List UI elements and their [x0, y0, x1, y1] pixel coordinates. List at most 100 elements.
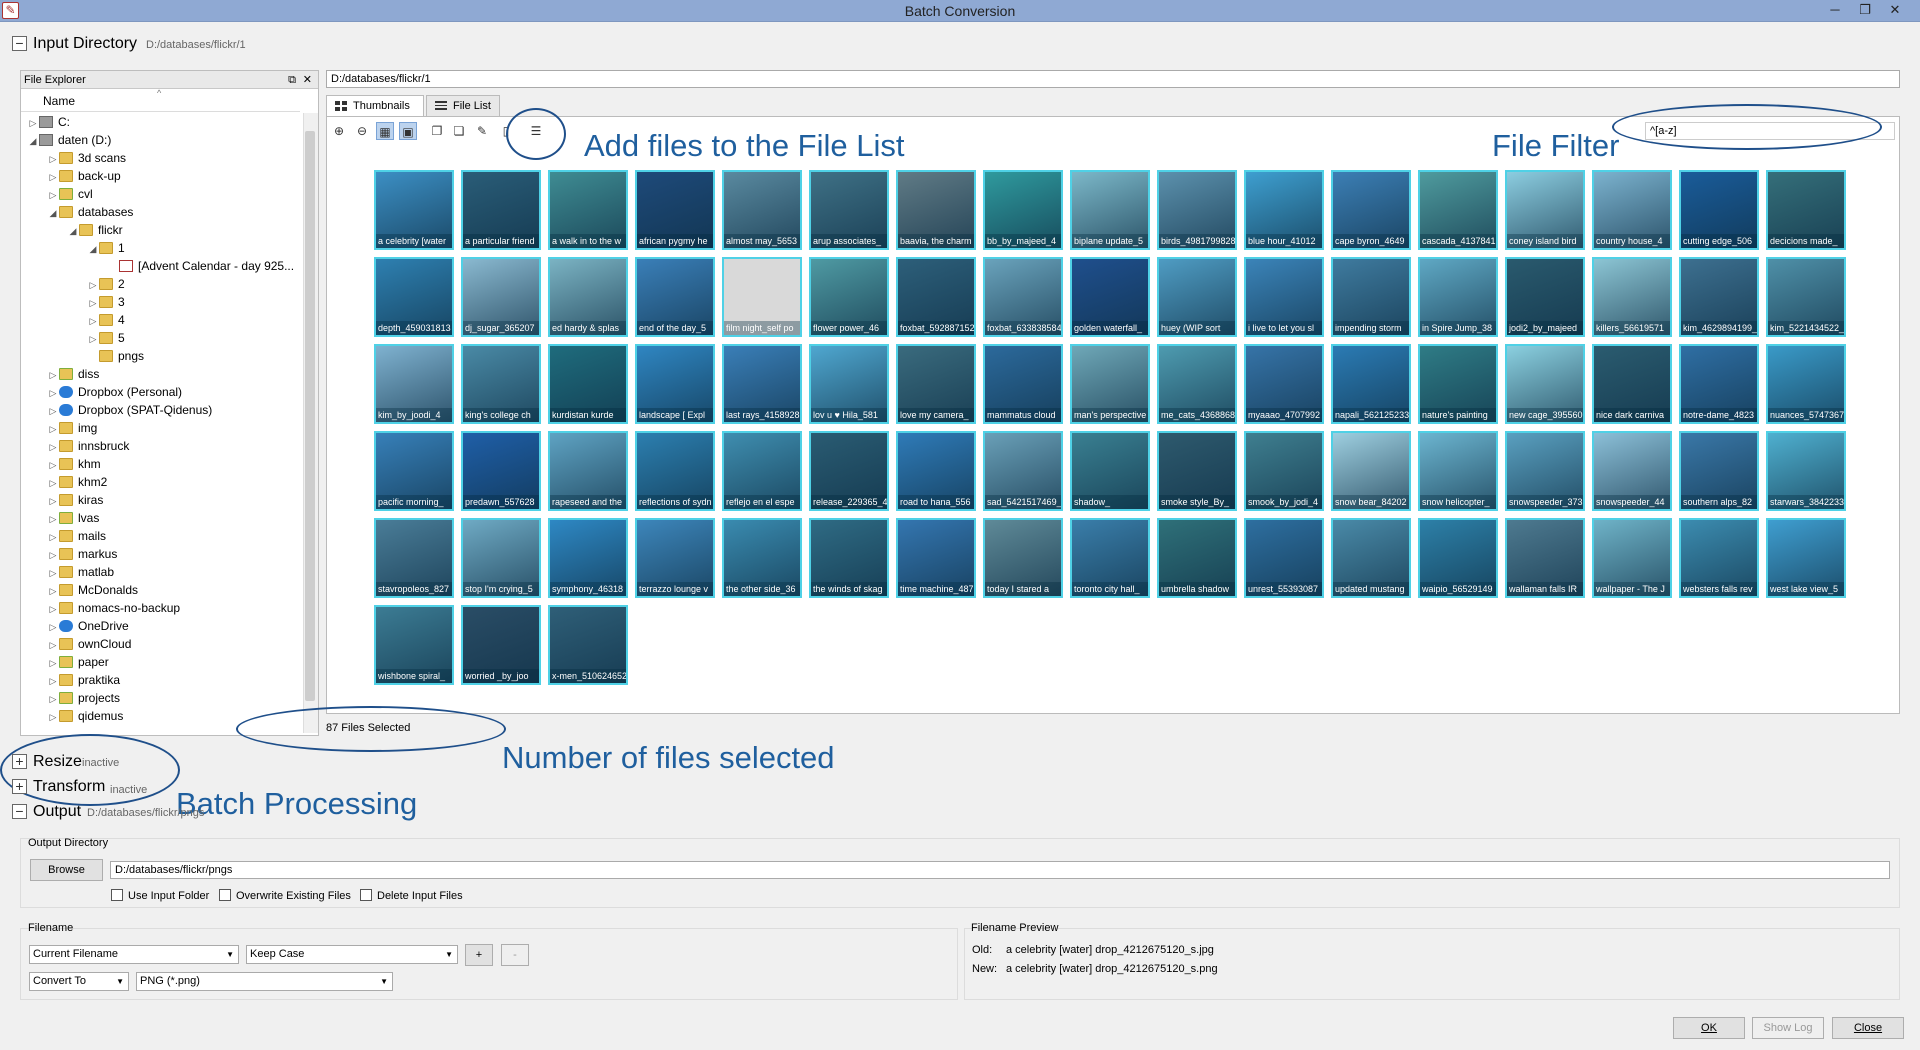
thumbnail[interactable]: i live to let you sl: [1244, 257, 1324, 337]
collapse-input-toggle[interactable]: −: [12, 36, 27, 51]
name-column-header[interactable]: Name ^: [21, 88, 300, 112]
thumbnail[interactable]: kurdistan kurde: [548, 344, 628, 424]
thumbnail[interactable]: impending storm: [1331, 257, 1411, 337]
thumbnail[interactable]: lov u ♥ Hila_581: [809, 344, 889, 424]
collapsed-arrow-icon[interactable]: ▷: [47, 654, 59, 672]
thumbnail[interactable]: napali_562125233: [1331, 344, 1411, 424]
tree-item[interactable]: ▷ 3d scans: [47, 149, 127, 168]
tree-item[interactable]: ▷ 4: [87, 311, 125, 329]
thumbnail[interactable]: landscape [ Expl: [635, 344, 715, 424]
tree-item[interactable]: ▷ C:: [27, 113, 70, 131]
ok-button[interactable]: OK: [1673, 1017, 1745, 1039]
tree-item[interactable]: ▷ mails: [47, 527, 106, 545]
thumbnail[interactable]: snowspeeder_373: [1505, 431, 1585, 511]
thumbnail[interactable]: coney island bird: [1505, 170, 1585, 250]
thumbnail[interactable]: umbrella shadow: [1157, 518, 1237, 598]
thumbnail[interactable]: last rays_4158928: [722, 344, 802, 424]
thumbnail[interactable]: depth_459031813: [374, 257, 454, 337]
tree-scrollbar-thumb[interactable]: [305, 131, 315, 701]
thumbnail[interactable]: snow helicopter_: [1418, 431, 1498, 511]
tree-item[interactable]: ▷ 3: [87, 293, 125, 311]
expanded-arrow-icon[interactable]: ◢: [27, 132, 39, 150]
tab-file-list[interactable]: File List: [426, 95, 500, 116]
delete-input-checkbox[interactable]: Delete Input Files: [360, 889, 463, 903]
thumbnail[interactable]: nature's painting: [1418, 344, 1498, 424]
tab-thumbnails[interactable]: Thumbnails: [326, 95, 424, 117]
collapsed-arrow-icon[interactable]: ▷: [47, 546, 59, 564]
thumbnail[interactable]: ed hardy & splas: [548, 257, 628, 337]
thumbnail[interactable]: cape byron_4649: [1331, 170, 1411, 250]
collapsed-arrow-icon[interactable]: ▷: [27, 114, 39, 132]
thumbnail[interactable]: nice dark carniva: [1592, 344, 1672, 424]
thumbnail[interactable]: mammatus cloud: [983, 344, 1063, 424]
tree-item[interactable]: ▷ matlab: [47, 563, 115, 581]
tree-item[interactable]: ▷ lvas: [47, 509, 100, 527]
collapsed-arrow-icon[interactable]: ▷: [47, 384, 59, 402]
collapsed-arrow-icon[interactable]: ▷: [47, 420, 59, 438]
expanded-arrow-icon[interactable]: ◢: [87, 240, 99, 258]
thumbnail[interactable]: birds_4981799828: [1157, 170, 1237, 250]
thumbnail[interactable]: worried _by_joo: [461, 605, 541, 685]
thumbnail[interactable]: shadow_: [1070, 431, 1150, 511]
copy-icon[interactable]: ❐: [428, 122, 446, 140]
tree-item[interactable]: ▷ img: [47, 419, 98, 438]
tree-item[interactable]: ▷ ownCloud: [47, 635, 132, 653]
collapsed-arrow-icon[interactable]: ▷: [87, 276, 99, 294]
paste-icon[interactable]: ❏: [450, 122, 468, 140]
thumbnail[interactable]: stavropoleos_827: [374, 518, 454, 598]
collapsed-arrow-icon[interactable]: ▷: [47, 168, 59, 186]
collapsed-arrow-icon[interactable]: ▷: [47, 438, 59, 456]
tree-item[interactable]: ▷ qidemus: [47, 707, 124, 726]
tree-item[interactable]: ◢ flickr: [67, 221, 123, 239]
close-icon[interactable]: ✕: [1880, 0, 1910, 21]
thumbnail[interactable]: love my camera_: [896, 344, 976, 424]
thumbnail[interactable]: african pygmy he: [635, 170, 715, 250]
add-rule-button[interactable]: +: [465, 944, 493, 966]
collapsed-arrow-icon[interactable]: ▷: [87, 294, 99, 312]
tree-item[interactable]: ▷ paper: [47, 653, 109, 671]
close-button[interactable]: Close: [1832, 1017, 1904, 1039]
expanded-arrow-icon[interactable]: ◢: [67, 222, 79, 240]
thumbnail[interactable]: snowspeeder_44: [1592, 431, 1672, 511]
thumbnail[interactable]: kim_4629894199_: [1679, 257, 1759, 337]
close-panel-icon[interactable]: ✕: [303, 71, 312, 89]
directory-path-field[interactable]: D:/databases/flickr/1: [326, 70, 1900, 88]
thumbnail[interactable]: road to hana_556: [896, 431, 976, 511]
thumbnail[interactable]: reflejo en el espe: [722, 431, 802, 511]
tree-item[interactable]: ▷ back-up: [47, 167, 121, 185]
tree-item[interactable]: ▷ 5: [87, 329, 125, 347]
tree-item[interactable]: ▷ kiras: [47, 491, 104, 509]
thumbnail[interactable]: a particular friend: [461, 170, 541, 250]
tree-item[interactable]: ◢ 1: [87, 239, 125, 257]
thumbnail[interactable]: myaaao_4707992: [1244, 344, 1324, 424]
thumbnail[interactable]: smoke style_By_: [1157, 431, 1237, 511]
thumbnail[interactable]: updated mustang: [1331, 518, 1411, 598]
collapsed-arrow-icon[interactable]: ▷: [47, 708, 59, 726]
tree-item[interactable]: ▷ khm2: [47, 473, 108, 491]
collapsed-arrow-icon[interactable]: ▷: [47, 672, 59, 690]
tree-item[interactable]: ▷ cvl: [47, 185, 93, 203]
thumbnail[interactable]: blue hour_41012: [1244, 170, 1324, 250]
filename-source-select[interactable]: Current Filename ▼: [29, 945, 239, 964]
overwrite-existing-checkbox[interactable]: Overwrite Existing Files: [219, 889, 351, 903]
thumbnail[interactable]: arup associates_: [809, 170, 889, 250]
thumbnail[interactable]: starwars_3842233: [1766, 431, 1846, 511]
thumbnail[interactable]: film night_self po: [722, 257, 802, 337]
thumbnail[interactable]: almost may_5653: [722, 170, 802, 250]
zoom-in-icon[interactable]: ⊕: [330, 122, 348, 140]
thumbnail[interactable]: kim_5221434522_: [1766, 257, 1846, 337]
thumbnail[interactable]: new cage_395560: [1505, 344, 1585, 424]
case-select[interactable]: Keep Case ▼: [246, 945, 458, 964]
expanded-arrow-icon[interactable]: ◢: [47, 204, 59, 222]
tree-item[interactable]: [Advent Calendar - day 925...: [107, 257, 294, 275]
collapsed-arrow-icon[interactable]: ▷: [47, 150, 59, 168]
restore-icon[interactable]: ❐: [1850, 0, 1880, 21]
collapsed-arrow-icon[interactable]: ▷: [87, 312, 99, 330]
thumbnail[interactable]: cascada_4137841: [1418, 170, 1498, 250]
thumbnail[interactable]: bb_by_majeed_4: [983, 170, 1063, 250]
tree-item[interactable]: ▷ nomacs-no-backup: [47, 599, 181, 618]
browse-button[interactable]: Browse: [30, 859, 103, 881]
tree-item[interactable]: ▷ Dropbox (Personal): [47, 383, 183, 402]
thumbnail[interactable]: wallaman falls IR: [1505, 518, 1585, 598]
collapsed-arrow-icon[interactable]: ▷: [47, 600, 59, 618]
